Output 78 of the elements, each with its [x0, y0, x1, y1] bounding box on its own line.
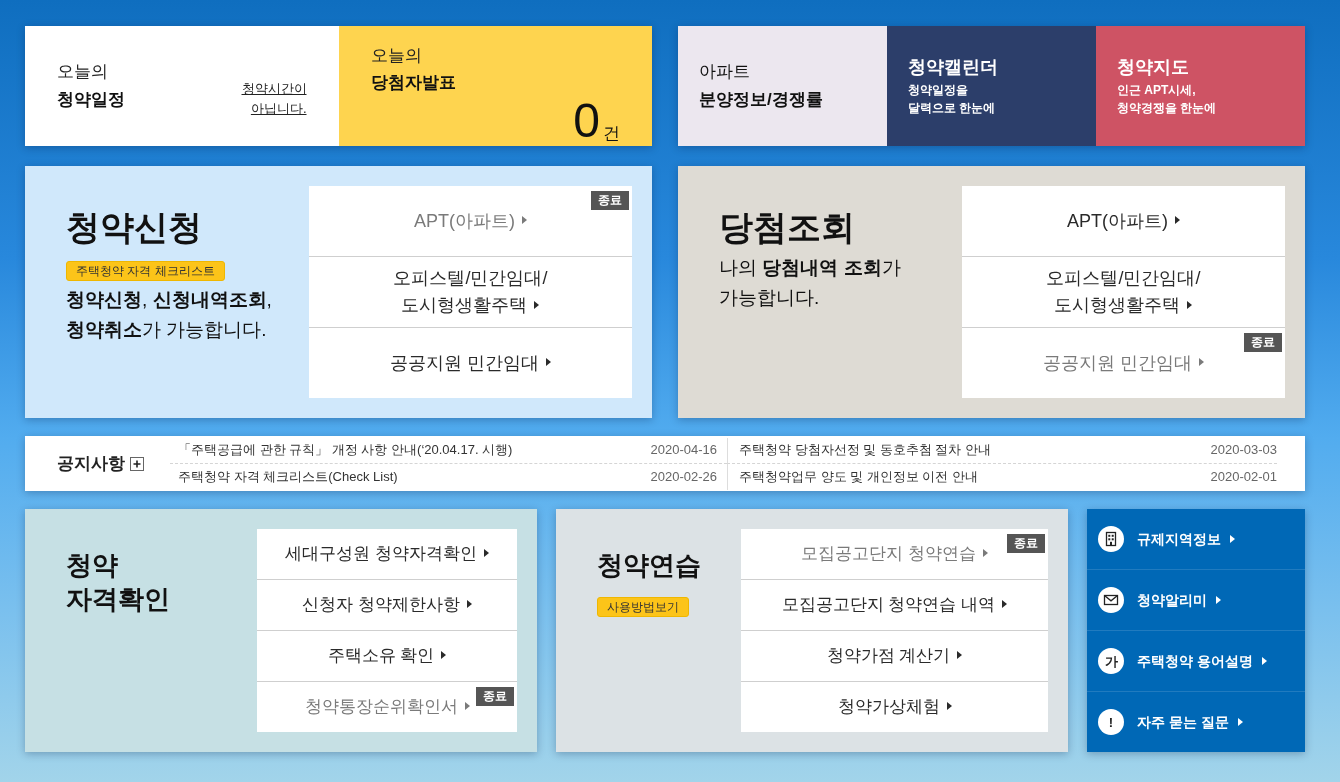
shortcut-link[interactable]: 가 주택청약 용어설명 — [1087, 630, 1305, 691]
menu-link[interactable]: 청약통장순위확인서 — [304, 694, 470, 720]
notice-date: 2020-02-01 — [1210, 467, 1277, 486]
caret-icon — [982, 549, 988, 558]
caret-icon — [1216, 596, 1221, 604]
caret-icon — [1002, 600, 1008, 609]
caret-icon — [441, 651, 447, 660]
shortcut-link[interactable]: 규제지역정보 — [1087, 509, 1305, 569]
caret-icon — [534, 300, 540, 309]
schedule-link[interactable]: 청약시간이 아닙니다. — [241, 78, 307, 120]
section-title: 당첨조회 — [719, 207, 855, 248]
plus-icon[interactable] — [130, 456, 144, 471]
section-title: 청약연습 — [597, 549, 701, 582]
menu-link[interactable]: APT(아파트) — [414, 207, 527, 235]
panel-label: 오늘의 — [57, 61, 109, 84]
menu-link[interactable]: 공공지원 민간임대 — [1043, 349, 1204, 377]
menu-link[interactable]: 오피스텔/민간임대/ 도시형생활주택 — [393, 265, 548, 319]
menu-link[interactable]: 청약가상체험 — [837, 694, 952, 720]
notice-link[interactable]: 주택청약 당첨자선정 및 동호추첨 절차 안내 — [739, 440, 992, 460]
caret-icon — [1175, 216, 1180, 225]
notice-link[interactable]: 주택청약업무 양도 및 개인정보 이전 안내 — [739, 466, 979, 487]
count-unit: 건 — [603, 124, 620, 142]
menu-link[interactable]: 공공지원 민간임대 — [390, 349, 551, 377]
menu-link[interactable]: 모집공고단지 청약연습 내역 — [781, 592, 1008, 618]
caret-icon — [546, 358, 551, 367]
caret-icon — [1237, 718, 1243, 726]
caret-icon — [464, 702, 470, 711]
apartment-info-tile[interactable]: 아파트 분양정보/경쟁률 — [678, 26, 887, 146]
status-badge: 종료 — [1007, 534, 1045, 553]
calendar-tile[interactable]: 청약캘린더 청약일정을 달력으로 한눈에 — [887, 26, 1096, 146]
section-description: 청약신청, 신청내역조회, 청약취소가 가능합니다. — [66, 287, 272, 342]
section-title: 청약 자격확인 — [66, 549, 170, 616]
menu-link[interactable]: 주택소유 확인 — [327, 643, 447, 669]
caret-icon — [522, 216, 527, 225]
tile-title: 청약캘린더 — [908, 55, 999, 79]
section-description: 나의 당첨내역 조회가 가능합니다. — [719, 255, 901, 310]
notice-link[interactable]: 주택청약 자격 체크리스트(Check List) — [178, 466, 398, 487]
notice-heading: 공지사항 — [57, 452, 125, 475]
count-number: 0 — [573, 96, 600, 145]
tile-label: 아파트 — [699, 61, 751, 84]
letter-icon: 가 — [1098, 648, 1124, 674]
tile-title: 분양정보/경쟁률 — [699, 89, 824, 112]
map-tile[interactable]: 청약지도 인근 APT시세, 청약경쟁을 한눈에 — [1096, 26, 1305, 146]
caret-icon — [1187, 300, 1193, 309]
status-badge: 종료 — [591, 191, 629, 210]
notice-date: 2020-02-26 — [650, 467, 717, 486]
status-badge: 종료 — [1244, 333, 1282, 352]
menu-link[interactable]: 신청자 청약제한사항 — [302, 592, 472, 618]
notice-date: 2020-03-03 — [1210, 441, 1277, 460]
tile-description: 청약일정을 달력으로 한눈에 — [908, 82, 997, 118]
menu-link[interactable]: 청약가점 계산기 — [826, 643, 963, 669]
caret-icon — [1199, 358, 1204, 367]
caret-icon — [957, 651, 963, 660]
panel-title: 청약일정 — [57, 88, 125, 111]
tile-description: 인근 APT시세, 청약경쟁을 한눈에 — [1117, 82, 1218, 118]
section-title: 청약신청 — [66, 207, 202, 248]
guide-button[interactable]: 주택청약 자격 체크리스트 — [66, 260, 225, 281]
menu-link[interactable]: APT(아파트) — [1067, 207, 1180, 235]
panel-label: 오늘의 — [370, 45, 423, 67]
panel-title: 당첨자발표 — [370, 72, 457, 95]
shortcut-link[interactable]: 청약알리미 — [1087, 569, 1305, 630]
caret-icon — [483, 549, 489, 558]
caret-icon — [1261, 657, 1267, 665]
tile-title: 청약지도 — [1117, 55, 1190, 79]
caret-icon — [466, 600, 472, 609]
menu-link[interactable]: 오피스텔/민간임대/ 도시형생활주택 — [1046, 265, 1201, 319]
notice-date: 2020-04-16 — [650, 441, 717, 460]
exclamation-icon: ! — [1098, 709, 1124, 735]
status-badge: 종료 — [476, 687, 514, 706]
caret-icon — [946, 702, 952, 711]
guide-button[interactable]: 사용방법보기 — [597, 596, 689, 617]
building-icon — [1098, 526, 1124, 552]
caret-icon — [1230, 535, 1235, 543]
notice-link[interactable]: 「주택공급에 관한 규칙」 개정 사항 안내(‘20.04.17. 시행) — [178, 440, 513, 460]
envelope-icon — [1098, 587, 1124, 613]
menu-link[interactable]: 세대구성원 청약자격확인 — [285, 541, 489, 567]
menu-link[interactable]: 모집공고단지 청약연습 — [801, 541, 988, 567]
shortcut-link[interactable]: ! 자주 묻는 질문 — [1087, 691, 1305, 752]
